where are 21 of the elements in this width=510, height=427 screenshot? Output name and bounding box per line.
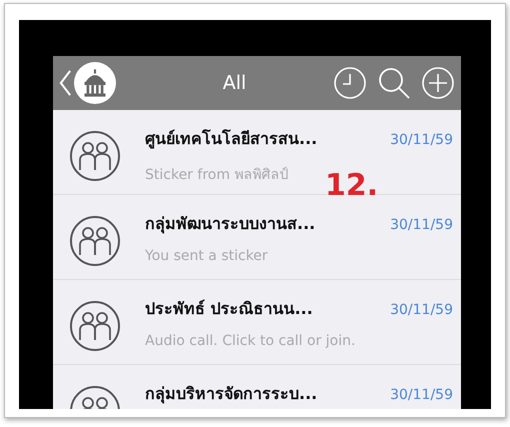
message-preview: You sent a sticker: [145, 248, 268, 264]
search-icon[interactable]: [377, 66, 411, 100]
message-preview: Audio call. Click to call or join.: [145, 333, 356, 349]
chat-name: กลุ่มพัฒนาระบบงานส...: [145, 213, 316, 236]
group-icon: [69, 300, 121, 352]
group-icon: [69, 215, 121, 267]
group-icon: [69, 130, 121, 182]
chat-date: 30/11/59: [390, 132, 453, 148]
back-icon[interactable]: [59, 69, 72, 97]
add-icon[interactable]: [421, 66, 455, 100]
message-preview: Sticker from พลพิศิลป์: [145, 166, 288, 185]
header-title: All: [222, 72, 248, 94]
chat-date: 30/11/59: [390, 387, 453, 403]
annotation-number: 12.: [325, 168, 378, 203]
building-avatar-icon[interactable]: [74, 62, 116, 104]
chat-name: ศูนย์เทคโนโลยีสารสน...: [145, 128, 318, 151]
chat-date: 30/11/59: [390, 217, 453, 233]
chat-name: ประพัทธ์ ประณิธานน...: [145, 298, 313, 320]
chat-date: 30/11/59: [390, 302, 453, 318]
clock-icon[interactable]: [333, 66, 367, 100]
chat-name: กลุ่มบริหารจัดการระบ...: [145, 383, 318, 406]
